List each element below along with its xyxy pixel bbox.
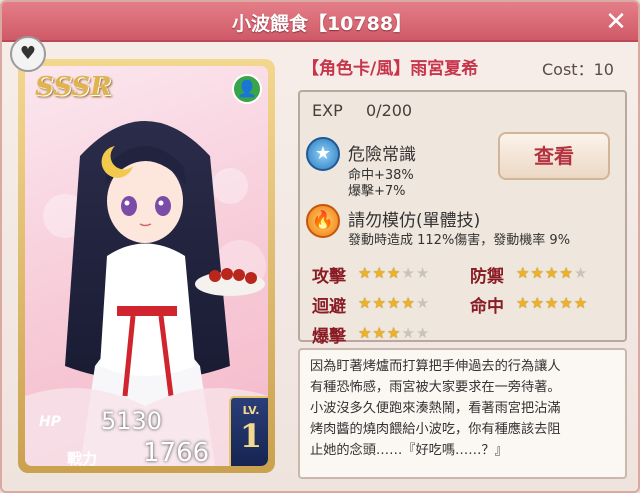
description-line: 有種恐怖感，雨宮被大家要求在一旁待著。 [310,380,561,395]
profile-icon[interactable]: 👤 [232,74,262,104]
hp-label: HP [39,414,61,430]
star-badge-icon: ★ [306,137,340,171]
star-filled-icon: ★ [372,324,387,342]
star-filled-icon: ★ [559,294,574,312]
description-line: 小波沒多久便跑來湊熱鬧，看著雨宮把沾滿 [310,401,561,416]
star-filled-icon: ★ [386,264,402,282]
stat-label-accuracy: 命中 [470,297,504,317]
star-filled-icon: ★ [358,324,373,342]
stat-label-attack: 攻擊 [312,267,346,287]
stat-label-defense: 防禦 [470,267,504,287]
star-empty-icon: ★ [573,264,589,282]
description-line: 因為盯著烤爐而打算把手伸過去的行為讓人 [310,359,561,374]
stat-label-evasion: 迴避 [312,297,346,317]
card-art: SSSR 👤 HP 5130 戰力 1766 LV. 1 [25,66,268,466]
power-value: 1766 [143,438,210,466]
view-button[interactable]: 查看 [498,132,610,180]
star-filled-icon: ★ [516,264,531,282]
level-value: 1 [239,417,263,455]
star-filled-icon: ★ [530,294,545,312]
card-name: 【角色卡/風】雨宮夏希 [302,59,479,79]
skill-name: 危險常識 [348,145,416,165]
star-filled-icon: ★ [372,264,387,282]
skill-effect: 發動時造成 112%傷害，發動機率 9% [348,233,571,248]
card-cost: Cost：10 [542,60,614,79]
level-badge: LV. 1 [229,396,268,466]
exp-label: EXP [312,101,343,120]
exp-value: 0/200 [366,101,413,120]
star-empty-icon: ★ [415,324,431,342]
stat-stars-critical: ★★★★★ [358,324,430,342]
card-info-panel: EXP 0/200 ★ 危險常識 命中+38% 爆擊+7% 查看 🔥 請勿模仿(… [298,90,627,347]
skill-name: 請勿模仿(單體技) [348,211,481,231]
dialog-title: 小波餵食【10788】 [231,13,413,35]
star-empty-icon: ★ [415,294,431,312]
title-bar: 小波餵食【10788】 ✕ [2,2,638,42]
card-description: 因為盯著烤爐而打算把手伸過去的行為讓人 有種恐怖感，雨宮被大家要求在一旁待著。 … [298,348,627,479]
star-empty-icon: ★ [401,264,416,282]
stat-stars-evasion: ★★★★★ [358,294,430,312]
skill-effect: 爆擊+7% [348,184,406,199]
flame-icon: 🔥 [306,204,340,238]
star-filled-icon: ★ [559,264,574,282]
star-filled-icon: ★ [386,324,402,342]
star-filled-icon: ★ [530,264,545,282]
star-filled-icon: ★ [544,264,560,282]
star-filled-icon: ★ [573,294,589,312]
power-label: 戰力 [67,450,98,466]
star-filled-icon: ★ [386,294,402,312]
hp-value: 5130 [101,407,163,435]
close-icon[interactable]: ✕ [602,8,630,36]
character-card[interactable]: SSSR 👤 HP 5130 戰力 1766 LV. 1 [18,59,275,473]
description-line: 止她的念頭……『好吃嗎……？』 [310,443,508,458]
star-filled-icon: ★ [372,294,387,312]
level-label: LV. [242,404,260,417]
star-filled-icon: ★ [358,264,373,282]
description-line: 烤肉醬的燒肉餵給小波吃，你有種應該去阻 [310,422,561,437]
lock-icon[interactable]: ♥ [10,36,46,72]
star-empty-icon: ★ [415,264,431,282]
stat-stars-attack: ★★★★★ [358,264,430,282]
star-filled-icon: ★ [544,294,560,312]
star-filled-icon: ★ [358,294,373,312]
feed-dialog: 小波餵食【10788】 ✕ SSSR 👤 HP 5130 戰力 1766 LV.… [0,0,640,493]
stat-label-critical: 爆擊 [312,327,346,347]
star-filled-icon: ★ [516,294,531,312]
stat-stars-accuracy: ★★★★★ [516,294,588,312]
stat-stars-defense: ★★★★★ [516,264,588,282]
star-empty-icon: ★ [401,324,416,342]
star-filled-icon: ★ [401,294,416,312]
rarity-badge: SSSR [35,72,112,102]
